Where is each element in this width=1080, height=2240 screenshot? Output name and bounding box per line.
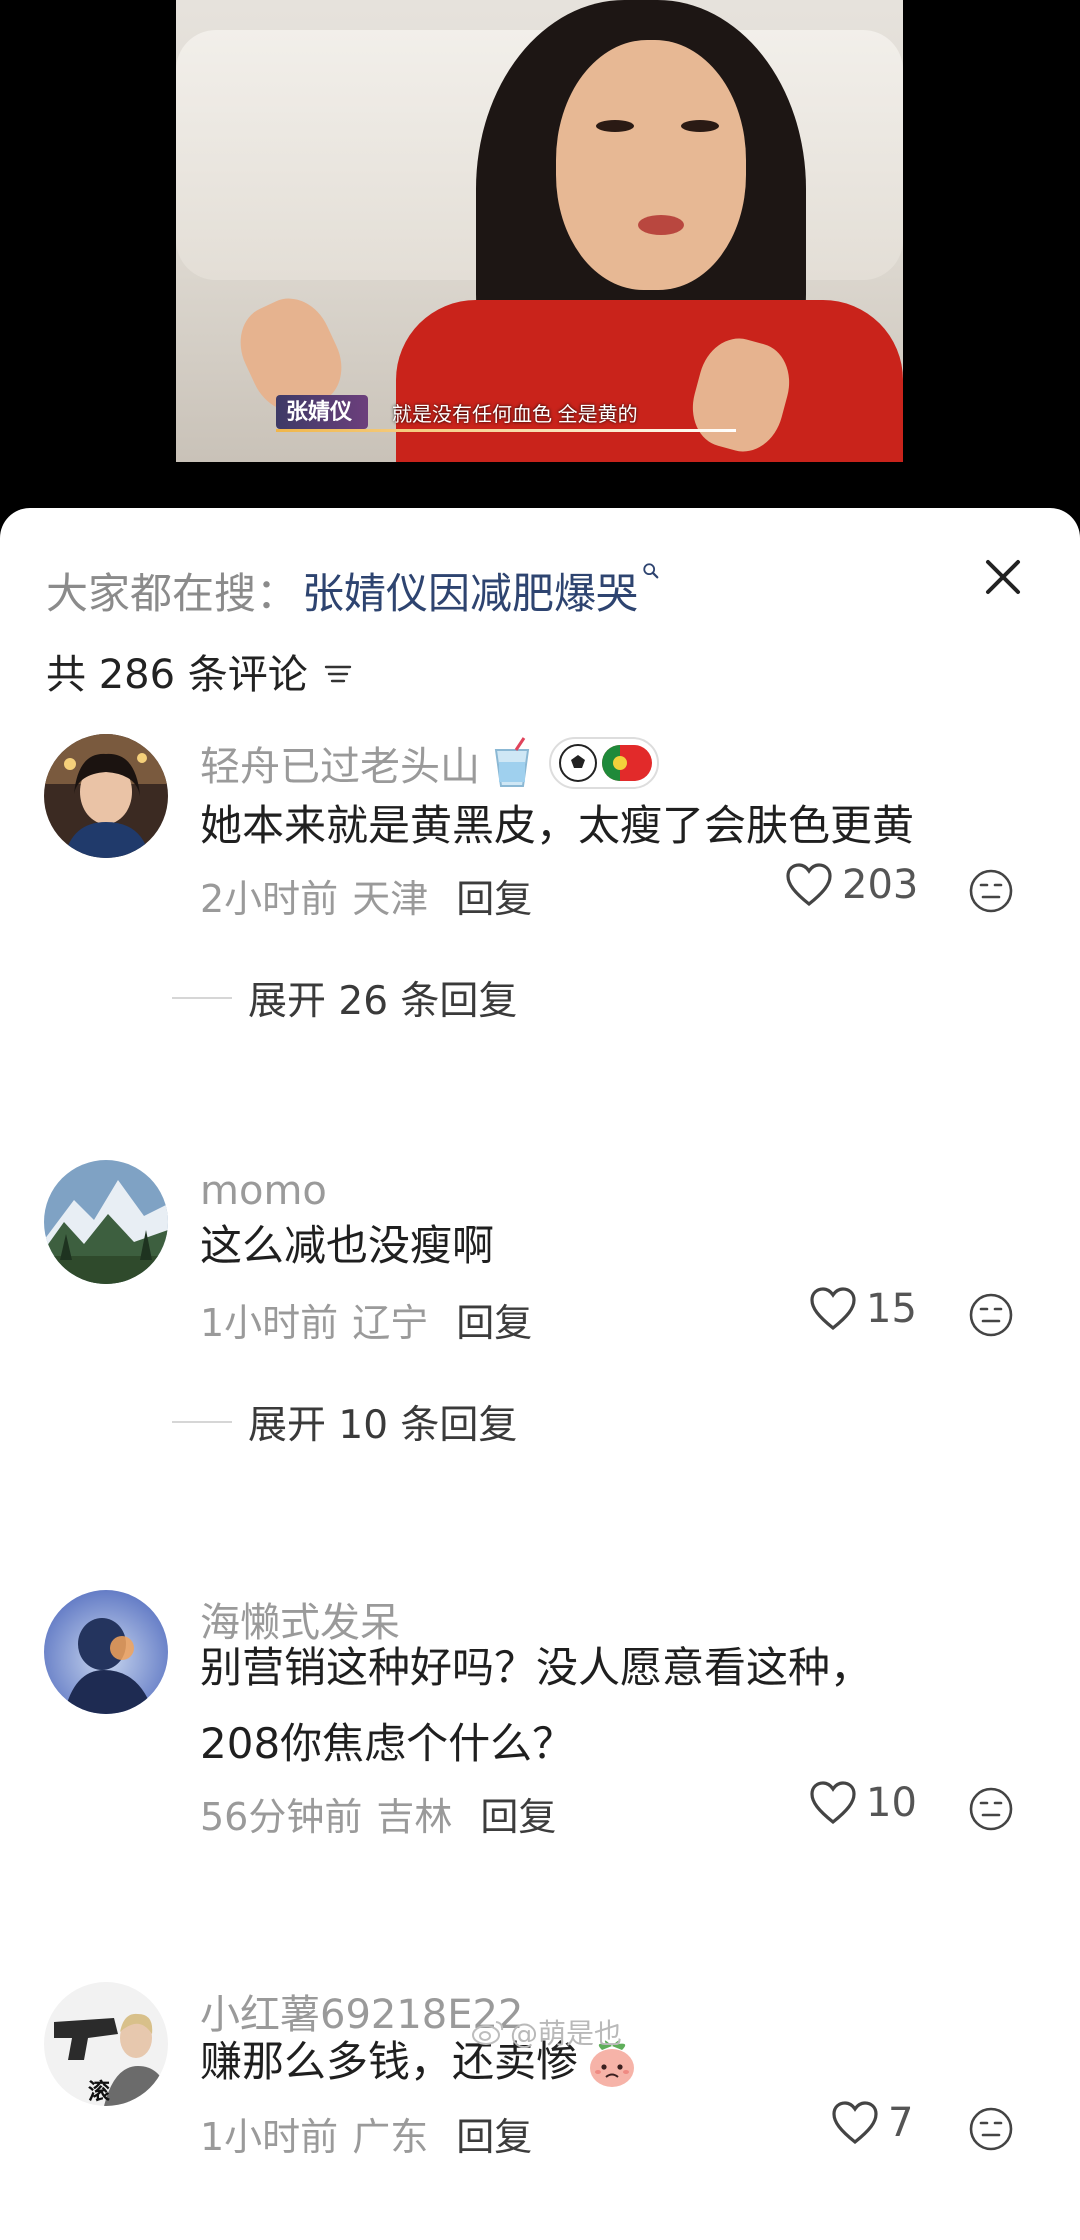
reply-button[interactable]: 回复 <box>456 868 532 923</box>
heart-icon <box>810 1287 856 1331</box>
watermark-text: @萌是也 <box>510 2017 623 2050</box>
like-button[interactable]: 15 <box>808 1286 917 1332</box>
caption-speaker-name: 张婧仪 <box>276 395 369 429</box>
avatar[interactable]: 滚 <box>44 1982 168 2106</box>
video-player[interactable]: 张婧仪 就是没有任何血色 全是黄的 <box>0 0 1080 515</box>
comment-count-label: 共 286 条评论 <box>46 652 308 698</box>
avatar[interactable] <box>44 1590 168 1714</box>
trending-search-query[interactable]: 张婧仪因减肥爆哭 <box>302 560 638 621</box>
trending-search[interactable]: 大家都在搜： 张婧仪因减肥爆哭 <box>46 560 660 621</box>
soccer-portugal-badge-icon <box>549 737 659 789</box>
like-count: 7 <box>888 2100 914 2146</box>
comment-location: 天津 <box>352 877 429 921</box>
video-frame[interactable]: 张婧仪 就是没有任何血色 全是黄的 <box>176 0 903 462</box>
emoji-reaction-icon[interactable] <box>968 1292 1014 1338</box>
username-text[interactable]: 轻舟已过老头山 <box>200 734 480 792</box>
comment-meta: 1小时前 广东 回复 <box>200 2106 532 2161</box>
expand-replies-label[interactable]: 展开 26 条回复 <box>248 970 517 1026</box>
sort-icon[interactable] <box>322 658 354 690</box>
emoji-reaction-icon[interactable] <box>968 1786 1014 1832</box>
comment-time: 56分钟前 <box>200 1795 363 1839</box>
comment-panel: 大家都在搜： 张婧仪因减肥爆哭 共 286 条评论 轻舟已过老头山 她本来就是黄… <box>0 508 1080 2240</box>
reply-button[interactable]: 回复 <box>456 1292 532 1347</box>
trending-search-prefix: 大家都在搜： <box>46 569 299 618</box>
comment-count: 共 286 条评论 <box>46 642 354 700</box>
expand-replies-label[interactable]: 展开 10 条回复 <box>248 1394 517 1450</box>
comment-location: 广东 <box>352 2115 429 2159</box>
video-caption: 张婧仪 就是没有任何血色 全是黄的 <box>276 395 638 429</box>
video-person-shirt <box>396 300 903 462</box>
heart-icon <box>832 2101 878 2145</box>
comment-text: 别营销这种好吗？没人愿意看这种， 208你焦虑个什么？ <box>200 1630 1040 1782</box>
comment-meta: 56分钟前 吉林 回复 <box>200 1786 556 1841</box>
video-person-eye <box>596 120 634 132</box>
avatar[interactable] <box>44 1160 168 1284</box>
avatar-caption: 滚 <box>88 2080 111 2105</box>
divider <box>172 1421 232 1423</box>
like-button[interactable]: 7 <box>830 2100 913 2146</box>
like-button[interactable]: 10 <box>808 1780 917 1826</box>
drink-cup-icon <box>494 737 530 787</box>
comment-text-line: 别营销这种好吗？没人愿意看这种， <box>200 1643 873 1692</box>
watermark: @萌是也 <box>470 2012 622 2052</box>
comment-text: 这么减也没瘦啊 <box>200 1221 495 1270</box>
comment-location: 辽宁 <box>352 1301 429 1345</box>
expand-replies-button[interactable]: 展开 26 条回复 <box>172 970 517 1026</box>
video-person-lips <box>638 215 684 235</box>
close-icon[interactable] <box>978 552 1028 602</box>
like-count: 10 <box>866 1780 917 1826</box>
reply-button[interactable]: 回复 <box>456 2106 532 2161</box>
caption-subtitle: 就是没有任何血色 全是黄的 <box>392 403 638 426</box>
comment-location: 吉林 <box>376 1795 453 1839</box>
comment-username[interactable]: 轻舟已过老头山 <box>200 734 660 792</box>
reply-button[interactable]: 回复 <box>480 1786 556 1841</box>
like-count: 15 <box>866 1286 917 1332</box>
comment-time: 1小时前 <box>200 1301 339 1345</box>
like-button[interactable]: 203 <box>784 862 918 908</box>
video-person-face <box>556 40 746 290</box>
emoji-reaction-icon[interactable] <box>968 2106 1014 2152</box>
avatar[interactable] <box>44 734 168 858</box>
heart-icon <box>786 863 832 907</box>
like-count: 203 <box>842 862 919 908</box>
comment-meta: 1小时前 辽宁 回复 <box>200 1292 532 1347</box>
search-icon <box>643 563 659 579</box>
comment-text-line: 208你焦虑个什么？ <box>200 1719 575 1768</box>
weibo-icon <box>472 2021 504 2045</box>
divider <box>172 997 232 999</box>
caption-underline <box>276 429 736 432</box>
comment-meta: 2小时前 天津 回复 <box>200 868 532 923</box>
emoji-reaction-icon[interactable] <box>968 868 1014 914</box>
video-person-eye <box>681 120 719 132</box>
comment-time: 1小时前 <box>200 2115 339 2159</box>
comment-text: 她本来就是黄黑皮，太瘦了会肤色更黄 <box>200 801 915 850</box>
comment-time: 2小时前 <box>200 877 339 921</box>
expand-replies-button[interactable]: 展开 10 条回复 <box>172 1394 517 1450</box>
heart-icon <box>810 1781 856 1825</box>
